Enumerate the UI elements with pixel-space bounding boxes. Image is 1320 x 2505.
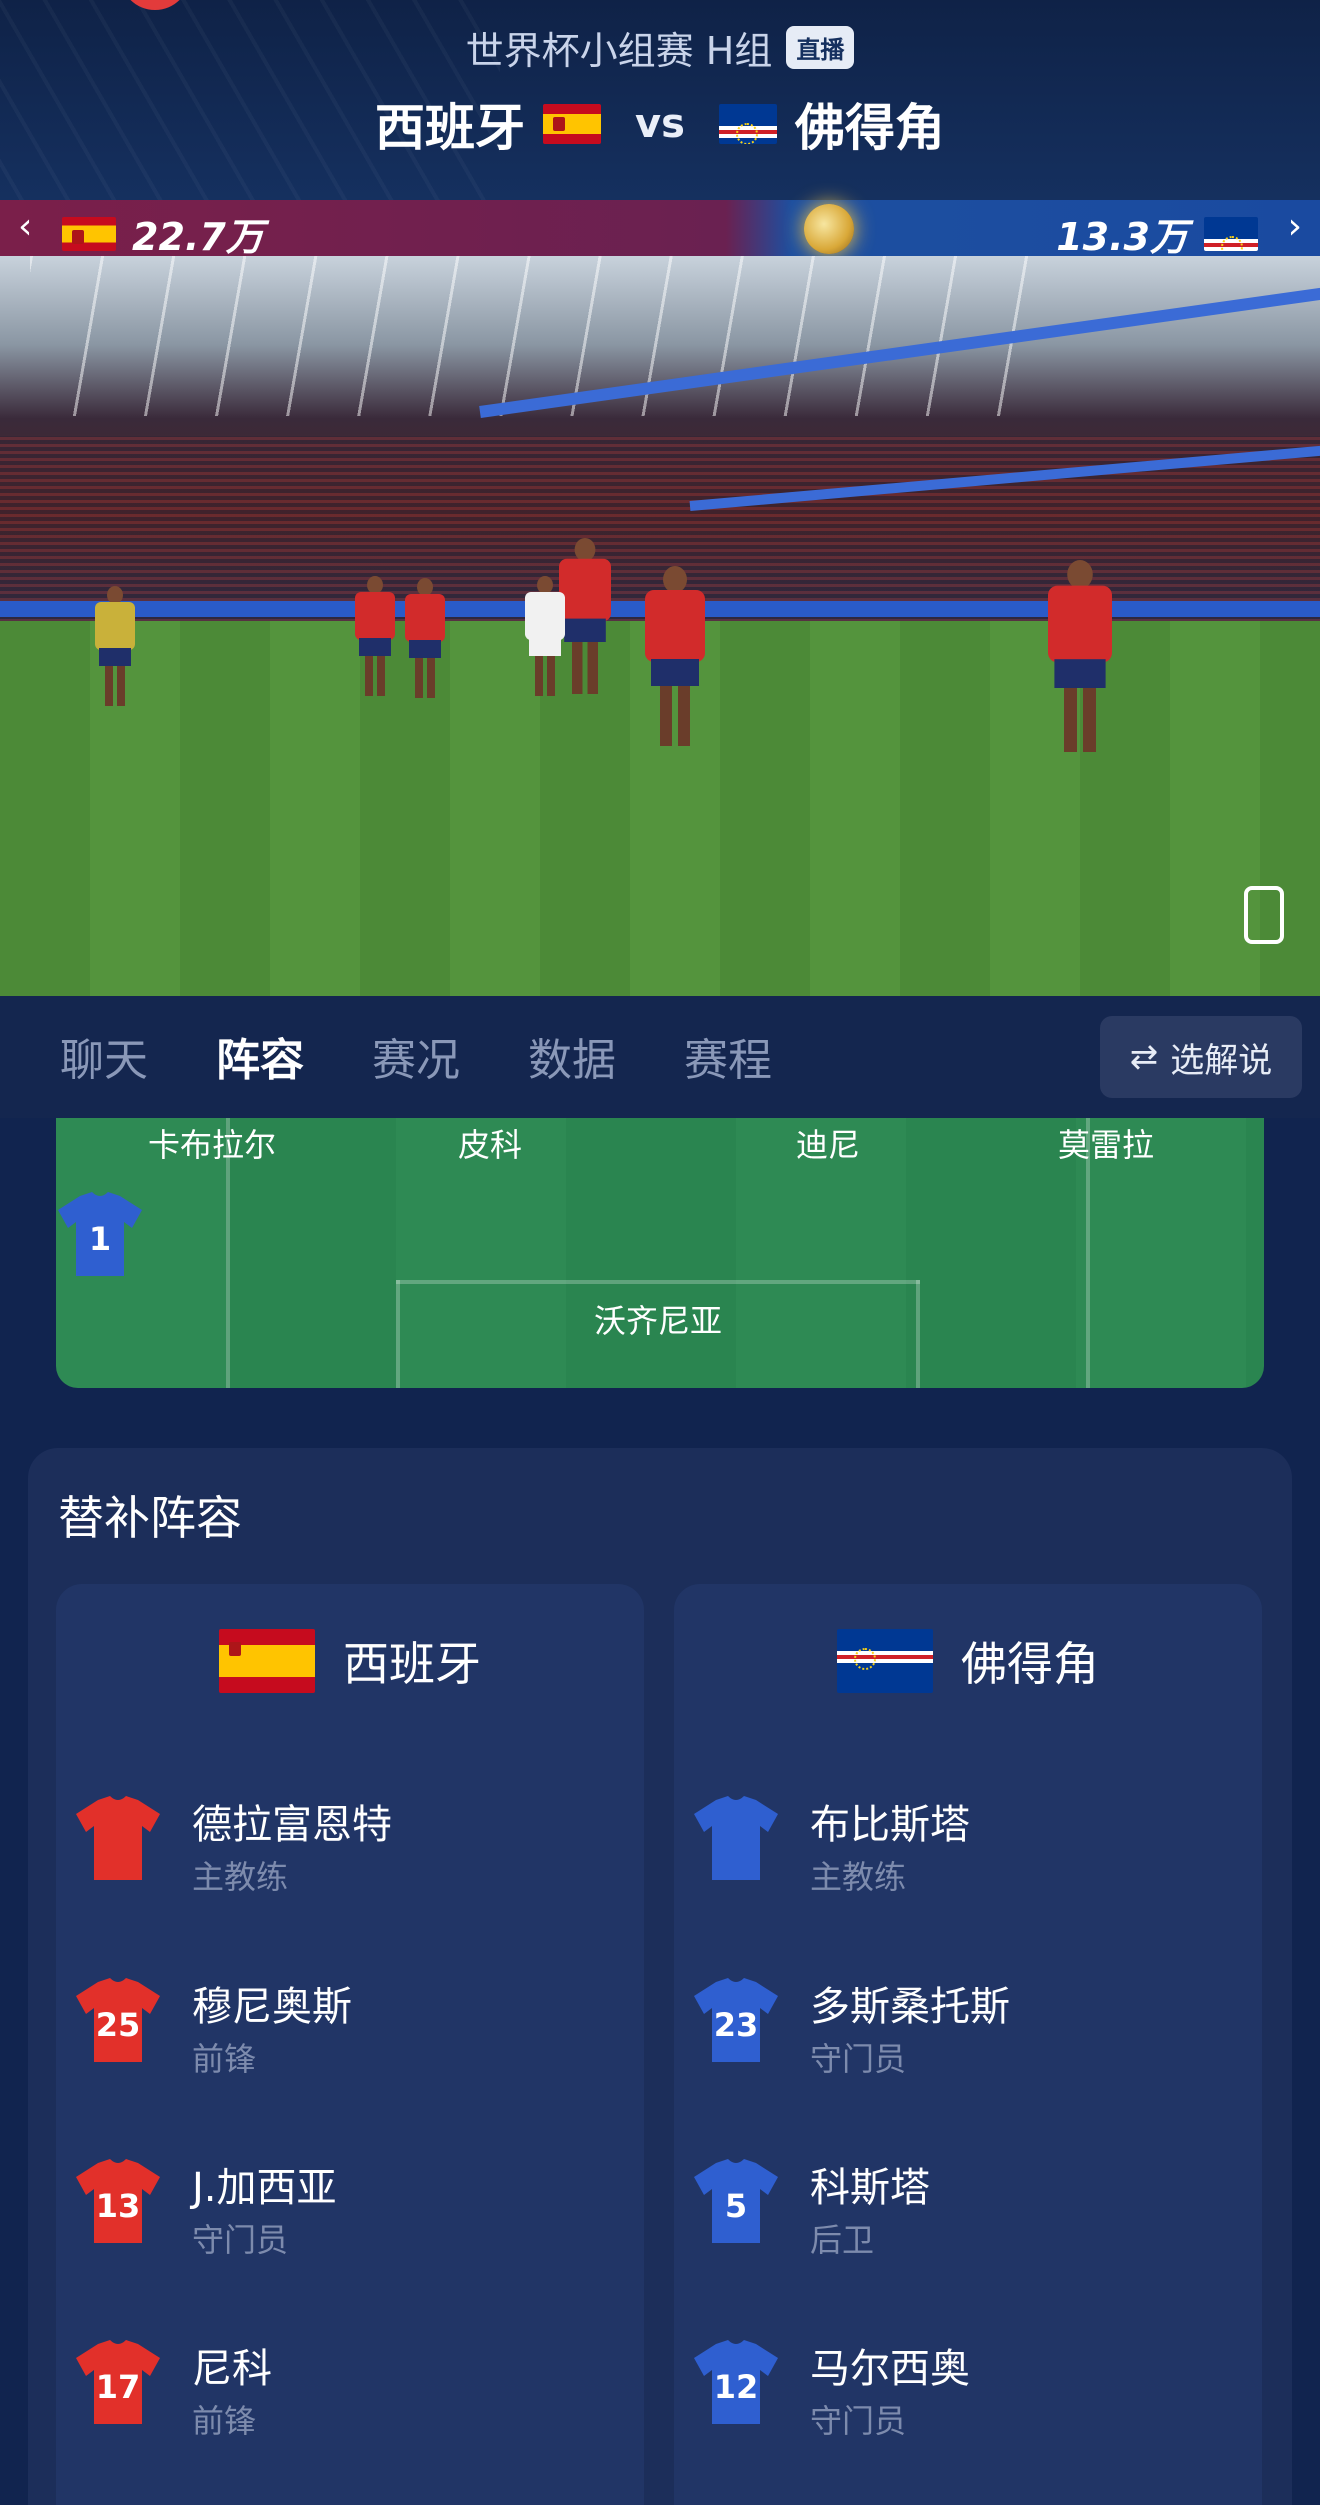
- lineup-pitch: 卡布拉尔 皮科 迪尼 莫雷拉 1 沃齐尼亚: [56, 1118, 1264, 1388]
- player-name: 科斯塔: [810, 2165, 930, 2211]
- football-icon: [804, 204, 854, 254]
- home-support-count: 22.7万: [132, 215, 264, 259]
- live-badge: 直播: [786, 26, 855, 69]
- tab-bar: 聊天 阵容 赛况 数据 赛程 ⇄ 选解说: [0, 996, 1320, 1118]
- chevron-right-icon[interactable]: ›: [1288, 206, 1302, 247]
- away-support: 13.3万: [1056, 206, 1258, 261]
- rotate-screen-icon[interactable]: [1244, 886, 1284, 944]
- home-support: 22.7万: [62, 206, 264, 261]
- away-support-count: 13.3万: [1056, 215, 1188, 259]
- home-subs-column: 西班牙 德拉富恩特 主教练 25 穆尼奥斯 前锋 13 J.加西亚 守门员 17…: [56, 1584, 644, 2505]
- player-role: 前锋: [192, 2040, 257, 2078]
- cape-verde-flag-icon: [837, 1629, 933, 1693]
- blue-jersey-icon: 12: [692, 2338, 780, 2426]
- player-role: 主教练: [810, 1858, 907, 1896]
- sub-player-row[interactable]: 5 科斯塔 后卫: [692, 2135, 1252, 2265]
- player-role: 守门员: [810, 2402, 907, 2440]
- player-name: 马尔西奥: [810, 2346, 970, 2392]
- spain-flag-icon: [62, 216, 116, 251]
- support-vote-bar[interactable]: ‹ 22.7万 13.3万 ›: [0, 200, 1320, 259]
- teams-row: 西班牙 vs 佛得角: [0, 88, 1320, 160]
- home-team-name: 西班牙: [343, 1637, 481, 1691]
- app-logo: [120, 0, 190, 10]
- commentary-label: 选解说: [1170, 1040, 1273, 1081]
- match-title: 世界杯小组赛 H组 直播: [0, 20, 1320, 75]
- stadium-roof: [30, 256, 1030, 416]
- live-video-player[interactable]: [0, 256, 1320, 996]
- away-team-name: 佛得角: [961, 1637, 1099, 1691]
- player-role: 守门员: [810, 2040, 907, 2078]
- tab-stats[interactable]: 数据: [528, 1024, 616, 1088]
- away-subs-header: 佛得角: [674, 1628, 1262, 1694]
- jersey-number: 1: [88, 1220, 112, 1258]
- spain-flag-icon: [543, 104, 602, 144]
- sub-player-row[interactable]: 布比斯塔 主教练: [692, 1772, 1252, 1902]
- red-jersey-icon: 17: [74, 2338, 162, 2426]
- player-role: 主教练: [192, 1858, 289, 1896]
- goalkeeper-jersey-icon[interactable]: 1: [56, 1190, 144, 1278]
- tab-lineup[interactable]: 阵容: [216, 1024, 304, 1088]
- player-name: 穆尼奥斯: [192, 1984, 352, 2030]
- blue-jersey-icon: [692, 1794, 780, 1882]
- video-player-figure: [1048, 560, 1112, 752]
- substitutes-section: 替补阵容 西班牙 德拉富恩特 主教练 25 穆尼奥斯 前锋 13 J.加西亚 守…: [28, 1448, 1292, 2505]
- pitch-line: [396, 1280, 920, 1284]
- tab-schedule[interactable]: 赛程: [684, 1024, 772, 1088]
- match-header: 世界杯小组赛 H组 直播 西班牙 vs 佛得角: [0, 0, 1320, 200]
- sub-player-row[interactable]: 12 马尔西奥 守门员: [692, 2316, 1252, 2446]
- video-player-figure: [559, 538, 611, 694]
- sub-player-row[interactable]: 17 尼科 前锋: [74, 2316, 634, 2446]
- select-commentary-button[interactable]: ⇄ 选解说: [1100, 1016, 1302, 1098]
- red-jersey-icon: 25: [74, 1976, 162, 2064]
- goalkeeper-name[interactable]: 沃齐尼亚: [538, 1296, 778, 1342]
- player-name: J.加西亚: [192, 2165, 337, 2211]
- chevron-left-icon[interactable]: ‹: [18, 206, 32, 247]
- sub-player-row[interactable]: 23 多斯桑托斯 守门员: [692, 1954, 1252, 2084]
- player-name: 多斯桑托斯: [810, 1984, 1010, 2030]
- pitch-line: [916, 1280, 920, 1388]
- player-name: 布比斯塔: [810, 1802, 970, 1848]
- video-player-figure: [525, 576, 565, 696]
- video-player-figure: [355, 576, 395, 696]
- jersey-number: 5: [724, 2187, 748, 2225]
- blue-jersey-icon: 23: [692, 1976, 780, 2064]
- cape-verde-flag-icon: [1204, 216, 1258, 251]
- jersey-number: 17: [95, 2368, 141, 2406]
- substitutes-title: 替补阵容: [58, 1491, 242, 1545]
- lineup-player-name[interactable]: 卡布拉尔: [92, 1120, 332, 1166]
- lineup-player-name[interactable]: 皮科: [370, 1120, 610, 1166]
- player-role: 前锋: [192, 2402, 257, 2440]
- blue-jersey-icon: 5: [692, 2157, 780, 2245]
- swap-arrows-icon: ⇄: [1129, 1037, 1159, 1077]
- vs-label: vs: [635, 101, 685, 147]
- video-player-figure: [405, 578, 445, 698]
- sub-player-row[interactable]: 13 J.加西亚 守门员: [74, 2135, 634, 2265]
- red-jersey-icon: [74, 1794, 162, 1882]
- tab-live-events[interactable]: 赛况: [372, 1024, 460, 1088]
- lineup-player-name[interactable]: 迪尼: [708, 1120, 948, 1166]
- player-name: 德拉富恩特: [192, 1802, 392, 1848]
- red-jersey-icon: 13: [74, 2157, 162, 2245]
- player-role: 守门员: [192, 2221, 289, 2259]
- home-subs-header: 西班牙: [56, 1628, 644, 1694]
- jersey-number: 25: [95, 2006, 141, 2044]
- player-role: 后卫: [810, 2221, 875, 2259]
- pitch-line: [396, 1280, 400, 1388]
- jersey-number: 12: [713, 2368, 759, 2406]
- lineup-player-name[interactable]: 莫雷拉: [986, 1120, 1226, 1166]
- tab-chat[interactable]: 聊天: [60, 1024, 148, 1088]
- jersey-number: 23: [713, 2006, 759, 2044]
- sub-player-row[interactable]: 25 穆尼奥斯 前锋: [74, 1954, 634, 2084]
- video-player-figure: [95, 586, 135, 706]
- player-name: 尼科: [192, 2346, 272, 2392]
- cape-verde-flag-icon: [718, 104, 777, 144]
- sub-player-row[interactable]: 德拉富恩特 主教练: [74, 1772, 634, 1902]
- jersey-number: 13: [95, 2187, 141, 2225]
- video-player-figure: [645, 566, 705, 746]
- away-subs-column: 佛得角 布比斯塔 主教练 23 多斯桑托斯 守门员 5 科斯塔 后卫 12 马尔…: [674, 1584, 1262, 2505]
- away-team-name: 佛得角: [794, 99, 945, 157]
- competition-label: 世界杯小组赛 H组: [465, 29, 773, 73]
- spain-flag-icon: [219, 1629, 315, 1693]
- home-team-name: 西班牙: [375, 99, 526, 157]
